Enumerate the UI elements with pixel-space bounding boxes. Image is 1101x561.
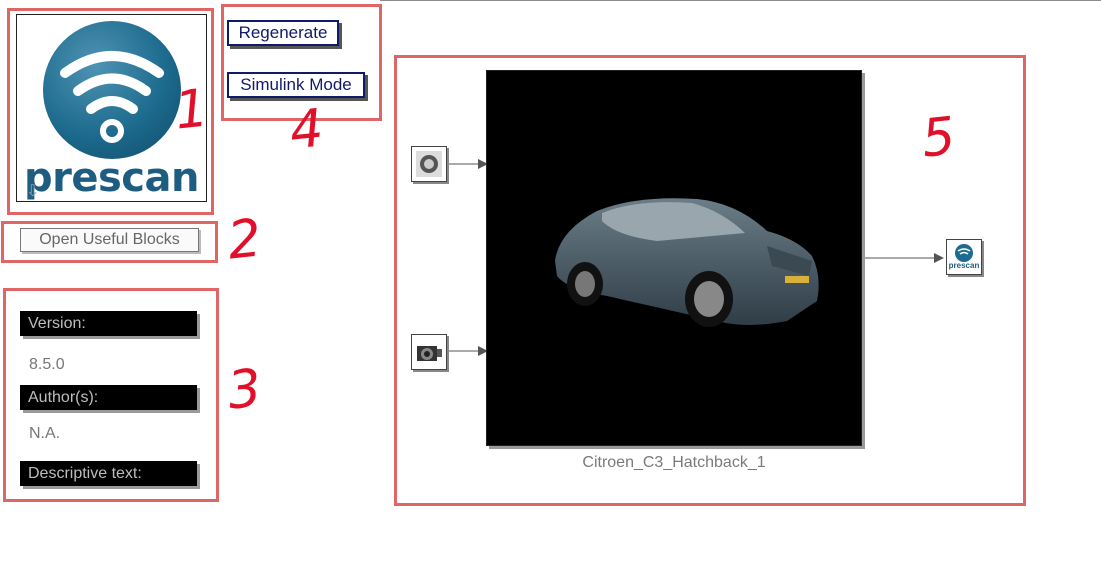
arrow-down-icon: ⇩ (26, 183, 40, 200)
open-useful-blocks-button[interactable]: Open Useful Blocks (20, 228, 199, 252)
version-value: 8.5.0 (29, 356, 65, 373)
top-divider (380, 0, 1101, 1)
simulink-mode-button[interactable]: Simulink Mode (227, 72, 365, 98)
version-label: Version: (20, 311, 197, 336)
annotation-number-4: 4 (286, 98, 327, 162)
annotation-number-5: 5 (918, 106, 959, 170)
descriptive-text-label: Descriptive text: (20, 461, 197, 486)
prescan-output-label: prescan (948, 261, 980, 270)
annotation-number-2: 2 (224, 208, 265, 272)
annotation-number-3: 3 (224, 358, 265, 422)
vehicle-simulink-block[interactable] (486, 70, 862, 446)
sensor-input-icon[interactable] (411, 146, 447, 182)
regenerate-button[interactable]: Regenerate (227, 20, 339, 46)
logo-circle (43, 21, 181, 159)
wifi-icon (60, 51, 164, 143)
block-name-label: Citroen_C3_Hatchback_1 (582, 454, 766, 471)
logo-wordmark: prescan (24, 155, 199, 201)
authors-value: N.A. (29, 425, 61, 442)
camera-input-icon[interactable] (411, 334, 447, 370)
authors-label: Author(s): (20, 385, 197, 410)
prescan-output-icon[interactable]: prescan (946, 239, 982, 275)
annotation-number-1: 1 (171, 78, 212, 142)
car-image (555, 198, 819, 327)
